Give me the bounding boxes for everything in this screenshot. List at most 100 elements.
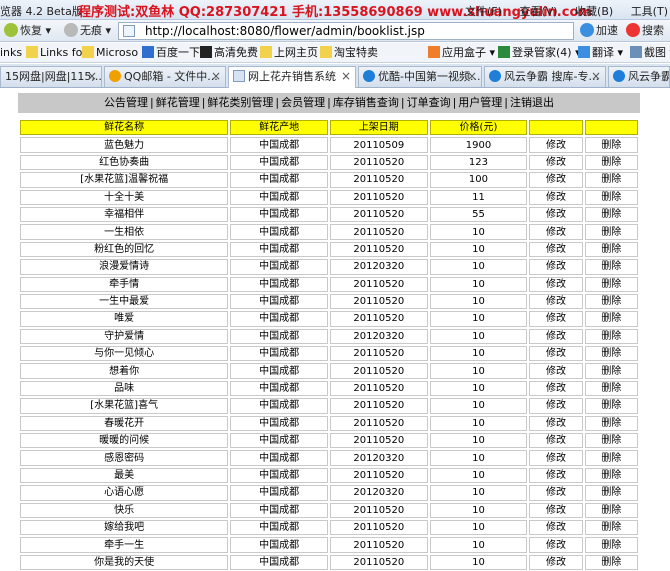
delete-link[interactable]: 删除 xyxy=(584,450,638,466)
edit-link[interactable]: 修改 xyxy=(529,311,583,327)
edit-link[interactable]: 修改 xyxy=(529,259,583,275)
delete-link[interactable]: 删除 xyxy=(584,554,638,571)
edit-link[interactable]: 修改 xyxy=(529,398,583,414)
back-button[interactable]: 恢复 ▾ xyxy=(4,22,51,40)
date-cell: 20110520 xyxy=(330,189,428,205)
close-icon[interactable]: × xyxy=(87,67,97,86)
edit-link[interactable]: 修改 xyxy=(529,433,583,449)
edit-link[interactable]: 修改 xyxy=(529,363,583,379)
flower-name-cell: 红色协奏曲 xyxy=(20,154,229,171)
translate-button[interactable]: 翻译 ▾ xyxy=(578,46,623,60)
delete-link[interactable]: 删除 xyxy=(584,259,638,275)
nav-logout[interactable]: 注销退出 xyxy=(510,96,554,109)
menu-favorites[interactable]: 收藏(B) xyxy=(575,5,613,18)
nav-users[interactable]: 用户管理 xyxy=(458,96,502,109)
menu-tools[interactable]: 工具(T) xyxy=(631,5,668,18)
incognito-icon xyxy=(64,23,78,37)
edit-link[interactable]: 修改 xyxy=(529,293,583,310)
edit-link[interactable]: 修改 xyxy=(529,172,583,188)
edit-link[interactable]: 修改 xyxy=(529,137,583,153)
screenshot-button[interactable]: 截图 ▾ xyxy=(630,46,670,60)
tab-youku[interactable]: 优酷-中国第一视频... × xyxy=(358,66,482,87)
menu-bar: 文件(F) 查看(V) 收藏(B) 工具(T) xyxy=(451,3,668,19)
menu-view[interactable]: 查看(V) xyxy=(519,5,557,18)
favorite-links-for[interactable]: Links fo xyxy=(26,46,82,60)
edit-link[interactable]: 修改 xyxy=(529,380,583,397)
close-icon[interactable]: × xyxy=(467,67,477,86)
tab-fengyun-search[interactable]: 风云争霸 搜库-专... × xyxy=(484,66,606,87)
nav-announcements[interactable]: 公告管理 xyxy=(104,96,148,109)
favorite-taobao[interactable]: 淘宝特卖 xyxy=(320,46,378,60)
edit-link[interactable]: 修改 xyxy=(529,554,583,571)
origin-cell: 中国成都 xyxy=(230,293,328,310)
delete-link[interactable]: 删除 xyxy=(584,293,638,310)
favorite-microsoft[interactable]: Microso xyxy=(82,46,138,60)
favorite-hd-free[interactable]: 高清免费 xyxy=(200,46,258,60)
edit-link[interactable]: 修改 xyxy=(529,450,583,466)
app-title: 览器 4.2 Beta版 xyxy=(0,5,83,18)
delete-link[interactable]: 删除 xyxy=(584,189,638,205)
delete-link[interactable]: 删除 xyxy=(584,137,638,153)
incognito-button[interactable]: 无痕 ▾ xyxy=(64,22,111,40)
nav-orders[interactable]: 订单查询 xyxy=(407,96,451,109)
edit-link[interactable]: 修改 xyxy=(529,519,583,536)
edit-link[interactable]: 修改 xyxy=(529,537,583,553)
delete-link[interactable]: 删除 xyxy=(584,224,638,240)
date-cell: 20110520 xyxy=(330,206,428,223)
app-box-button[interactable]: 应用盒子 ▾ xyxy=(428,46,495,60)
delete-link[interactable]: 删除 xyxy=(584,519,638,536)
close-icon[interactable]: × xyxy=(341,67,351,86)
tab-qq-mail[interactable]: QQ邮箱 - 文件中... × xyxy=(104,66,226,87)
delete-link[interactable]: 删除 xyxy=(584,485,638,501)
edit-link[interactable]: 修改 xyxy=(529,485,583,501)
edit-link[interactable]: 修改 xyxy=(529,154,583,171)
table-row: 幸福相伴 中国成都 20110520 55 修改 删除 xyxy=(20,206,638,223)
delete-link[interactable]: 删除 xyxy=(584,206,638,223)
delete-link[interactable]: 删除 xyxy=(584,502,638,518)
delete-link[interactable]: 删除 xyxy=(584,380,638,397)
nav-inventory-sales[interactable]: 库存销售查询 xyxy=(333,96,399,109)
delete-link[interactable]: 删除 xyxy=(584,398,638,414)
edit-link[interactable]: 修改 xyxy=(529,467,583,484)
login-manager-button[interactable]: 登录管家(4) ▾ xyxy=(498,46,581,60)
close-icon[interactable]: × xyxy=(591,67,601,86)
delete-link[interactable]: 删除 xyxy=(584,172,638,188)
delete-link[interactable]: 删除 xyxy=(584,154,638,171)
menu-file[interactable]: 文件(F) xyxy=(465,5,502,18)
edit-link[interactable]: 修改 xyxy=(529,206,583,223)
nav-flowers[interactable]: 鲜花管理 xyxy=(156,96,200,109)
tab-fengyun[interactable]: 风云争霸 xyxy=(608,66,670,87)
edit-link[interactable]: 修改 xyxy=(529,189,583,205)
address-bar[interactable]: http://localhost:8080/flower/admin/bookl… xyxy=(118,22,574,40)
edit-link[interactable]: 修改 xyxy=(529,224,583,240)
favorite-links[interactable]: inks xyxy=(0,46,22,60)
close-icon[interactable]: × xyxy=(211,67,221,86)
table-row: 你是我的天使 中国成都 20110520 10 修改 删除 xyxy=(20,554,638,571)
nav-flower-categories[interactable]: 鲜花类别管理 xyxy=(207,96,273,109)
delete-link[interactable]: 删除 xyxy=(584,433,638,449)
edit-link[interactable]: 修改 xyxy=(529,241,583,258)
delete-link[interactable]: 删除 xyxy=(584,363,638,379)
tab-label: 风云争霸 xyxy=(628,70,670,83)
nav-members[interactable]: 会员管理 xyxy=(281,96,325,109)
edit-link[interactable]: 修改 xyxy=(529,502,583,518)
tab-115-disk[interactable]: 15网盘|网盘|115,... × xyxy=(0,66,102,87)
accelerate-button[interactable]: 加速 xyxy=(580,22,618,40)
flower-name-cell: 牵手情 xyxy=(20,276,229,292)
delete-link[interactable]: 删除 xyxy=(584,276,638,292)
delete-link[interactable]: 删除 xyxy=(584,241,638,258)
delete-link[interactable]: 删除 xyxy=(584,346,638,362)
search-button[interactable]: 搜索 xyxy=(626,22,664,40)
edit-link[interactable]: 修改 xyxy=(529,415,583,432)
delete-link[interactable]: 删除 xyxy=(584,537,638,553)
tab-flower-shop[interactable]: 网上花卉销售系统 × xyxy=(228,66,356,88)
edit-link[interactable]: 修改 xyxy=(529,346,583,362)
edit-link[interactable]: 修改 xyxy=(529,276,583,292)
delete-link[interactable]: 删除 xyxy=(584,415,638,432)
delete-link[interactable]: 删除 xyxy=(584,467,638,484)
delete-link[interactable]: 删除 xyxy=(584,311,638,327)
delete-link[interactable]: 删除 xyxy=(584,328,638,345)
edit-link[interactable]: 修改 xyxy=(529,328,583,345)
favorite-home[interactable]: 上网主页 xyxy=(260,46,318,60)
favorite-baidu[interactable]: 百度一下 xyxy=(142,46,200,60)
